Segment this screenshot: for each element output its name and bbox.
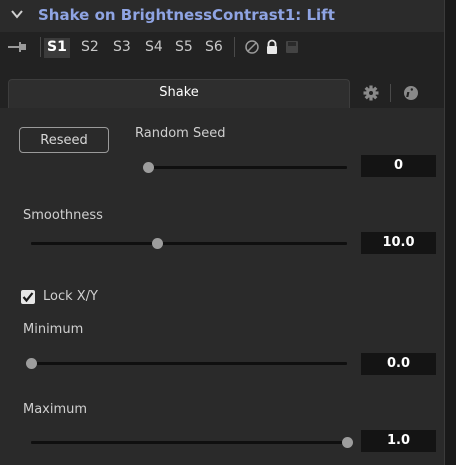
tab-shake[interactable]: Shake — [8, 79, 350, 109]
smoothness-label: Smoothness — [23, 208, 103, 223]
divider — [40, 37, 41, 57]
random-seed-slider-handle[interactable] — [142, 162, 154, 173]
divider — [234, 37, 235, 57]
chevron-down-icon[interactable] — [10, 7, 24, 21]
minimum-value[interactable]: 0.0 — [361, 353, 436, 375]
divider — [390, 84, 391, 102]
smoothness-slider[interactable] — [31, 242, 347, 245]
version-s3-button[interactable]: S3 — [113, 38, 131, 58]
pin-icon[interactable] — [8, 41, 28, 53]
gear-icon[interactable] — [362, 79, 380, 108]
save-icon[interactable] — [284, 39, 300, 55]
scrollbar[interactable] — [444, 0, 456, 465]
lock-xy-label: Lock X/Y — [43, 289, 99, 304]
checkmark-icon — [22, 292, 34, 303]
inspector-panel: Shake on BrightnessContrast1: Lift S1 S2… — [0, 0, 456, 465]
maximum-slider[interactable] — [31, 441, 347, 444]
tab-shake-label: Shake — [159, 85, 199, 100]
random-seed-label: Random Seed — [135, 126, 226, 141]
version-s4-button[interactable]: S4 — [145, 38, 163, 58]
tab-bar: Shake — [0, 62, 444, 109]
version-s5-button[interactable]: S5 — [175, 38, 193, 58]
minimum-slider-handle[interactable] — [25, 358, 37, 369]
tool-header[interactable]: Shake on BrightnessContrast1: Lift — [0, 0, 444, 32]
maximum-label: Maximum — [23, 402, 88, 417]
smoothness-slider-handle[interactable] — [151, 238, 163, 249]
lock-xy-checkbox[interactable] — [21, 290, 35, 304]
info-icon[interactable] — [402, 79, 420, 108]
minimum-slider[interactable] — [31, 362, 347, 365]
maximum-value[interactable]: 1.0 — [361, 430, 436, 452]
version-s1-button[interactable]: S1 — [44, 38, 70, 58]
tool-title: Shake on BrightnessContrast1: Lift — [38, 6, 335, 24]
smoothness-value[interactable]: 10.0 — [361, 232, 436, 254]
random-seed-value[interactable]: 0 — [361, 155, 436, 177]
version-s6-button[interactable]: S6 — [205, 38, 223, 58]
version-bar: S1 S2 S3 S4 S5 S6 — [0, 32, 444, 62]
maximum-slider-handle[interactable] — [341, 437, 353, 448]
random-seed-slider[interactable] — [148, 166, 347, 169]
reseed-button[interactable]: Reseed — [19, 127, 109, 153]
version-s2-button[interactable]: S2 — [81, 38, 99, 58]
minimum-label: Minimum — [23, 322, 84, 337]
shake-controls: Reseed Random Seed 0 Smoothness 10.0 Loc… — [0, 108, 444, 465]
disable-icon[interactable] — [244, 39, 260, 55]
lock-icon[interactable] — [264, 39, 280, 55]
